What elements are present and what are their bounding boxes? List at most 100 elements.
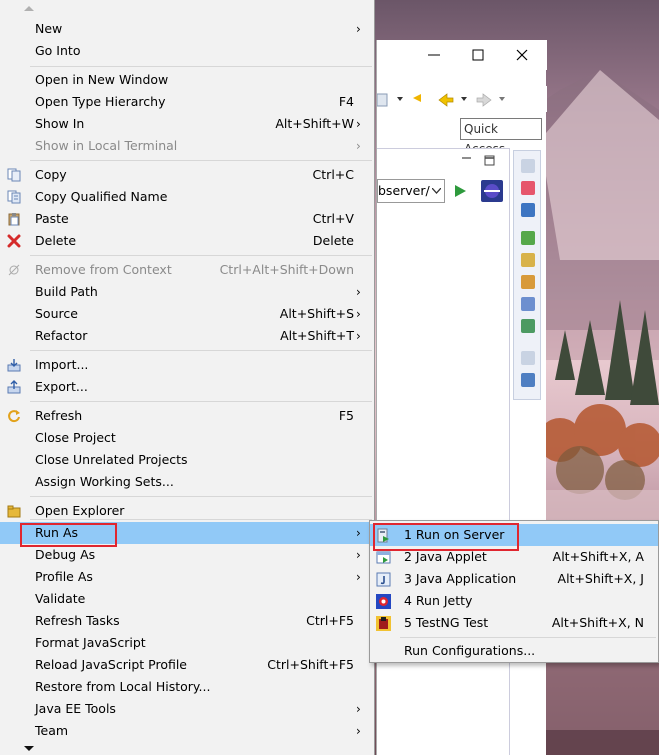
submenu-item-label: 3 Java Application: [404, 571, 517, 586]
menu-item-delete[interactable]: Delete Delete: [0, 230, 374, 252]
submenu-arrow-icon: ›: [356, 307, 361, 321]
menu-item-java-ee-tools[interactable]: Java EE Tools ›: [0, 698, 374, 720]
shortcut-label: Ctrl+C: [312, 167, 354, 182]
menu-item-label: New: [35, 21, 63, 36]
menu-item-label: Open in New Window: [35, 72, 169, 87]
menu-item-export[interactable]: Export...: [0, 376, 374, 398]
menu-item-import[interactable]: Import...: [0, 354, 374, 376]
menu-item-show-local-terminal: Show in Local Terminal ›: [0, 135, 374, 157]
menu-item-show-in[interactable]: Show In Alt+Shift+W ›: [0, 113, 374, 135]
menu-item-open-type-hierarchy[interactable]: Open Type Hierarchy F4: [0, 91, 374, 113]
scroll-down-arrow-icon[interactable]: [22, 744, 36, 754]
menu-item-label: Validate: [35, 591, 86, 606]
menu-item-label: Export...: [35, 379, 88, 394]
main-toolbar: [377, 86, 547, 112]
scroll-up-arrow-icon[interactable]: [22, 3, 36, 13]
menu-item-label: Paste: [35, 211, 69, 226]
menu-item-copy-qualified-name[interactable]: Copy Qualified Name: [0, 186, 374, 208]
context-menu: New › Go Into Open in New Window Open Typ…: [0, 0, 375, 755]
paste-icon: [8, 213, 20, 226]
console-icon[interactable]: [521, 203, 535, 217]
outline-icon[interactable]: [521, 231, 535, 245]
menu-item-remove-from-context: Remove from Context Ctrl+Alt+Shift+Down: [0, 259, 374, 281]
menu-separator: [30, 160, 372, 161]
submenu-arrow-icon: ›: [356, 117, 361, 131]
menu-item-restore-local-history[interactable]: Restore from Local History...: [0, 676, 374, 698]
restore-icon[interactable]: [521, 159, 535, 173]
submenu-item-run-configurations[interactable]: Run Configurations...: [370, 640, 658, 662]
menu-item-label: Close Unrelated Projects: [35, 452, 188, 467]
submenu-arrow-icon: ›: [356, 285, 361, 299]
menu-item-label: Open Type Hierarchy: [35, 94, 166, 109]
menu-item-close-unrelated-projects[interactable]: Close Unrelated Projects: [0, 449, 374, 471]
submenu-arrow-icon: ›: [356, 724, 361, 738]
shortcut-label: Delete: [312, 233, 354, 248]
menu-item-refactor[interactable]: Refactor Alt+Shift+T ›: [0, 325, 374, 347]
java-applet-icon: [376, 551, 391, 564]
submenu-separator: [400, 637, 656, 638]
quick-access-field[interactable]: Quick Access: [460, 118, 542, 156]
menu-item-open-new-window[interactable]: Open in New Window: [0, 69, 374, 91]
eclipse-browser-icon[interactable]: [481, 180, 503, 202]
submenu-item-java-application[interactable]: 3 Java Application Alt+Shift+X, J: [370, 568, 658, 590]
menu-item-label: Go Into: [35, 43, 81, 58]
menu-item-refresh[interactable]: Refresh F5: [0, 405, 374, 427]
menu-item-close-project[interactable]: Close Project: [0, 427, 374, 449]
go-play-icon[interactable]: [453, 184, 467, 198]
servers-icon[interactable]: [521, 181, 535, 195]
submenu-arrow-icon: ›: [356, 548, 361, 562]
menu-item-label: Assign Working Sets...: [35, 474, 174, 489]
menu-item-assign-working-sets[interactable]: Assign Working Sets...: [0, 471, 374, 493]
export-icon: [7, 380, 21, 394]
copy-icon: [7, 168, 21, 182]
submenu-item-testng-test[interactable]: 5 TestNG Test Alt+Shift+X, N: [370, 612, 658, 634]
menu-item-new[interactable]: New ›: [0, 18, 374, 40]
shortcut-label: Alt+Shift+T: [280, 328, 354, 343]
menu-item-team[interactable]: Team ›: [0, 720, 374, 742]
testng-icon: [376, 616, 391, 631]
markers-icon[interactable]: [521, 275, 535, 289]
properties-icon[interactable]: [521, 297, 535, 311]
menu-item-paste[interactable]: Paste Ctrl+V: [0, 208, 374, 230]
menu-separator: [30, 496, 372, 497]
restore-icon-2[interactable]: [521, 351, 535, 365]
menu-separator: [30, 401, 372, 402]
maximize-icon[interactable]: [469, 46, 487, 64]
menu-item-label: Refresh Tasks: [35, 613, 120, 628]
hierarchy-icon[interactable]: [521, 373, 535, 387]
menu-item-label: Copy Qualified Name: [35, 189, 168, 204]
submenu-arrow-icon: ›: [356, 329, 361, 343]
snippets-icon[interactable]: [521, 253, 535, 267]
shortcut-label: Alt+Shift+X, J: [557, 571, 644, 586]
menu-item-label: Refresh: [35, 408, 83, 423]
submenu-arrow-icon: ›: [356, 22, 361, 36]
menu-item-profile-as[interactable]: Profile As ›: [0, 566, 374, 588]
remove-context-icon: [8, 264, 20, 276]
run-as-submenu: 1 Run on Server 2 Java Applet Alt+Shift+X…: [369, 520, 659, 663]
menu-item-copy[interactable]: Copy Ctrl+C: [0, 164, 374, 186]
shortcut-label: Alt+Shift+X, N: [551, 615, 644, 630]
submenu-item-java-applet[interactable]: 2 Java Applet Alt+Shift+X, A: [370, 546, 658, 568]
close-icon[interactable]: [513, 46, 531, 64]
menu-item-label: Debug As: [35, 547, 96, 562]
submenu-item-run-jetty[interactable]: 4 Run Jetty: [370, 590, 658, 612]
menu-item-build-path[interactable]: Build Path ›: [0, 281, 374, 303]
url-field[interactable]: bserver/: [377, 179, 445, 203]
menu-item-validate[interactable]: Validate: [0, 588, 374, 610]
menu-item-reload-javascript-profile[interactable]: Reload JavaScript Profile Ctrl+Shift+F5: [0, 654, 374, 676]
shortcut-label: Ctrl+Alt+Shift+Down: [219, 262, 354, 277]
import-icon: [7, 359, 21, 372]
menu-item-refresh-tasks[interactable]: Refresh Tasks Ctrl+F5: [0, 610, 374, 632]
menu-item-debug-as[interactable]: Debug As ›: [0, 544, 374, 566]
menu-separator: [30, 66, 372, 67]
menu-item-label: Refactor: [35, 328, 88, 343]
menu-item-label: Restore from Local History...: [35, 679, 211, 694]
menu-item-label: Source: [35, 306, 78, 321]
shortcut-label: F5: [338, 408, 354, 423]
data-source-icon[interactable]: [521, 319, 535, 333]
menu-item-format-javascript[interactable]: Format JavaScript: [0, 632, 374, 654]
menu-item-source[interactable]: Source Alt+Shift+S ›: [0, 303, 374, 325]
minimize-icon[interactable]: [425, 46, 443, 64]
menu-item-go-into[interactable]: Go Into: [0, 40, 374, 62]
window-titlebar: [377, 40, 547, 70]
